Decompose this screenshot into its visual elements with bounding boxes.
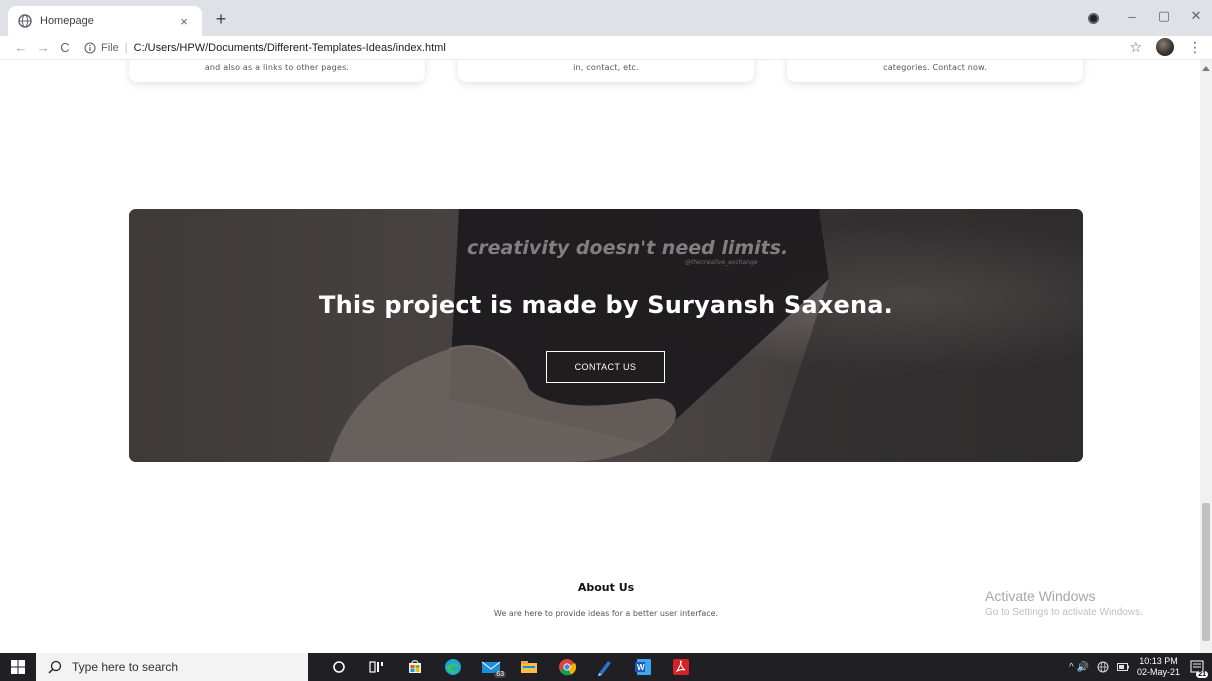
url-text[interactable]: C:/Users/HPW/Documents/Different-Templat… xyxy=(134,42,446,54)
network-globe-icon[interactable] xyxy=(1097,661,1109,673)
back-button[interactable]: ← xyxy=(10,40,32,55)
restore-button[interactable]: ▢ xyxy=(1148,8,1180,24)
hero-banner: creativity doesn't need limits. @thecrea… xyxy=(129,209,1083,462)
url-scheme: File xyxy=(101,41,119,54)
banner-image-handle: @thecreative_exchange xyxy=(685,259,758,266)
battery-icon[interactable] xyxy=(1116,663,1129,671)
clock-time: 10:13 PM xyxy=(1139,656,1178,666)
new-tab-button[interactable]: + xyxy=(210,9,232,29)
banner-image-caption: creativity doesn't need limits. xyxy=(467,237,789,259)
mail-badge: 63 xyxy=(494,671,506,678)
windows-logo-icon xyxy=(11,660,25,674)
url-separator: | xyxy=(124,41,128,54)
file-explorer-icon[interactable] xyxy=(516,656,542,678)
word-icon[interactable]: W xyxy=(630,656,656,678)
forward-button[interactable]: → xyxy=(32,40,54,55)
chrome-icon[interactable] xyxy=(554,656,580,678)
tab-title: Homepage xyxy=(40,15,94,27)
card-text: categories. Contact now. xyxy=(883,63,987,72)
search-placeholder: Type here to search xyxy=(72,660,179,674)
store-icon[interactable] xyxy=(402,656,428,678)
feature-card: in, contact, etc. xyxy=(458,60,754,82)
watermark-subtitle: Go to Settings to activate Windows. xyxy=(985,607,1143,618)
start-button[interactable] xyxy=(0,653,36,681)
feature-card: categories. Contact now. xyxy=(787,60,1083,82)
page-viewport: and also as a links to other pages. in, … xyxy=(0,60,1200,653)
scroll-up-arrow-icon[interactable] xyxy=(1202,66,1210,71)
notification-center-icon[interactable]: 21 xyxy=(1188,658,1208,678)
toolbar-actions: ☆ ⋮ xyxy=(1129,38,1202,56)
card-text: and also as a links to other pages. xyxy=(204,63,350,72)
taskbar-search-input[interactable]: Type here to search xyxy=(36,653,308,681)
svg-text:W: W xyxy=(637,663,645,672)
system-tray: ^ 🔊 10:13 PM 02-May-21 21 xyxy=(1069,653,1212,681)
profile-avatar[interactable] xyxy=(1156,38,1174,56)
contact-us-button[interactable]: CONTACT US xyxy=(546,351,665,383)
card-text: in, contact, etc. xyxy=(573,63,639,72)
minimize-button[interactable]: – xyxy=(1116,9,1148,24)
extension-icon[interactable] xyxy=(1088,13,1099,24)
notification-count-badge: 21 xyxy=(1196,671,1208,678)
acrobat-icon[interactable] xyxy=(668,656,694,678)
task-view-icon[interactable] xyxy=(364,656,390,678)
info-icon[interactable] xyxy=(84,41,96,54)
vertical-scrollbar[interactable] xyxy=(1200,60,1212,653)
close-window-button[interactable]: ✕ xyxy=(1180,8,1212,24)
browser-toolbar: ← → C File | C:/Users/HPW/Documents/Diff… xyxy=(0,36,1212,60)
bookmark-star-icon[interactable]: ☆ xyxy=(1129,39,1142,56)
address-bar[interactable]: File | C:/Users/HPW/Documents/Different-… xyxy=(84,42,446,54)
tray-overflow-and-volume-icon[interactable]: ^ 🔊 xyxy=(1069,662,1089,673)
windows-taskbar: Type here to search 63 W ^ 🔊 10:13 PM 02… xyxy=(0,653,1212,681)
notes-icon[interactable] xyxy=(592,656,618,678)
window-controls: – ▢ ✕ xyxy=(1116,0,1212,32)
clock-date: 02-May-21 xyxy=(1136,667,1180,677)
feature-card: and also as a links to other pages. xyxy=(129,60,425,82)
close-tab-icon[interactable]: × xyxy=(176,14,192,29)
watermark-title: Activate Windows xyxy=(985,588,1096,604)
search-icon xyxy=(48,660,62,674)
cortana-icon[interactable] xyxy=(326,656,352,678)
tab-homepage[interactable]: Homepage × xyxy=(8,6,202,36)
menu-icon[interactable]: ⋮ xyxy=(1188,39,1202,56)
banner-heading: This project is made by Suryansh Saxena. xyxy=(319,291,893,319)
edge-icon[interactable] xyxy=(440,656,466,678)
reload-button[interactable]: C xyxy=(54,40,76,55)
taskbar-clock[interactable]: 10:13 PM 02-May-21 xyxy=(1137,656,1180,678)
browser-tabstrip: Homepage × + – ▢ ✕ xyxy=(0,0,1212,36)
mail-icon[interactable]: 63 xyxy=(478,656,506,678)
taskbar-apps: 63 W xyxy=(326,656,694,678)
scroll-thumb[interactable] xyxy=(1202,503,1210,641)
globe-icon xyxy=(18,14,32,28)
activate-windows-watermark: Activate Windows Go to Settings to activ… xyxy=(985,588,1143,618)
